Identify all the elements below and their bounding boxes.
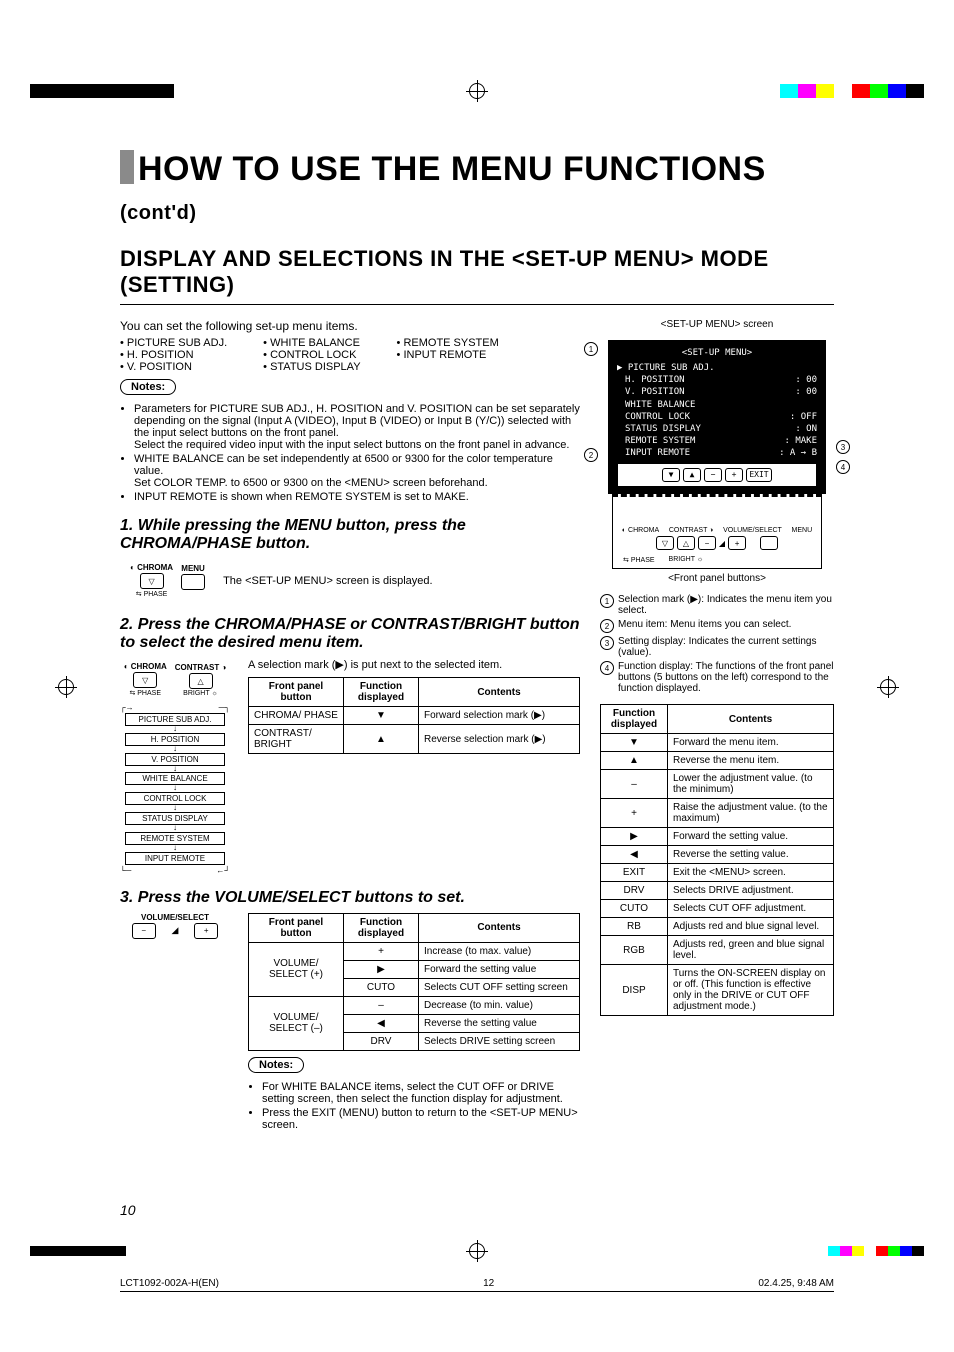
menu-flow-diagram: ┌→─┐ PICTURE SUB ADJ.↓ H. POSITION↓ V. P… bbox=[120, 703, 230, 875]
front-panel-diagram: ◐ CHROMA CONTRAST ◑ VOLUME/SELECT MENU ▽… bbox=[612, 494, 822, 569]
annotation-number-icon: 3 bbox=[600, 636, 614, 650]
footer-doc-id: LCT1092-002A-H(EN) bbox=[120, 1278, 219, 1289]
side-cross-right-icon bbox=[877, 676, 899, 698]
setup-menu-screen: <SET-UP MENU> ▶ PICTURE SUB ADJ. H. POSI… bbox=[608, 340, 826, 494]
annotation-number-icon: 2 bbox=[600, 619, 614, 633]
chroma-button-icon: ▽ bbox=[133, 672, 157, 688]
step2-button-diagram: ◐ CHROMA ▽ ⇆ PHASE CONTRAST ◑ △ BRIGHT ☼ bbox=[120, 662, 230, 697]
page-title: HOW TO USE THE MENU FUNCTIONS (cont'd) bbox=[120, 150, 834, 228]
table-row: +Raise the adjustment value. (to the max… bbox=[601, 799, 834, 828]
step2-desc: A selection mark (▶) is put next to the … bbox=[248, 658, 580, 671]
table-row: EXITExit the <MENU> screen. bbox=[601, 864, 834, 882]
function-table: Function displayedContents ▼Forward the … bbox=[600, 704, 834, 1016]
chroma-button-icon: ▽ bbox=[140, 573, 164, 589]
notes-label: Notes: bbox=[248, 1057, 304, 1073]
table-row: ◀Reverse the setting value. bbox=[601, 846, 834, 864]
note-item: Press the EXIT (MENU) button to return t… bbox=[262, 1107, 580, 1131]
main-column: You can set the following set-up menu it… bbox=[120, 315, 580, 1137]
minus-button-icon: − bbox=[704, 468, 722, 482]
black-bars-icon bbox=[30, 1246, 126, 1256]
function-display-panel: ▼ ▲ − + EXIT bbox=[617, 463, 817, 487]
notes-label: Notes: bbox=[120, 379, 176, 395]
screen-caption-bottom: <Front panel buttons> bbox=[600, 573, 834, 584]
step3-table: Front panel button Function displayed Co… bbox=[248, 913, 580, 1051]
table-row: CONTRAST/ BRIGHT▲Reverse selection mark … bbox=[249, 725, 580, 754]
step-1-heading: 1. While pressing the MENU button, press… bbox=[120, 517, 580, 553]
note-item: Parameters for PICTURE SUB ADJ., H. POSI… bbox=[134, 403, 580, 451]
annotations-list: 1Selection mark (▶): Indicates the menu … bbox=[600, 594, 834, 694]
screen-caption-top: <SET-UP MENU> screen bbox=[600, 319, 834, 330]
registration-top bbox=[0, 80, 954, 102]
intro-text: You can set the following set-up menu it… bbox=[120, 319, 580, 333]
menu-button-icon bbox=[181, 574, 205, 590]
step3-button-diagram: VOLUME/SELECT − ◢ + bbox=[120, 913, 230, 940]
note-item: INPUT REMOTE is shown when REMOTE SYSTEM… bbox=[134, 491, 580, 503]
plus-button-icon: + bbox=[725, 468, 743, 482]
registration-cross-icon bbox=[466, 1240, 488, 1262]
page-number: 10 bbox=[120, 1202, 136, 1218]
table-row: ▼Forward the menu item. bbox=[601, 734, 834, 752]
table-row: DISPTurns the ON-SCREEN display on or of… bbox=[601, 965, 834, 1016]
footer: LCT1092-002A-H(EN) 12 02.4.25, 9:48 AM bbox=[120, 1278, 834, 1292]
registration-bottom bbox=[0, 1240, 954, 1262]
up-button-icon: ▲ bbox=[683, 468, 701, 482]
table-row: –Lower the adjustment value. (to the min… bbox=[601, 770, 834, 799]
table-row: VOLUME/ SELECT (–)–Decrease (to min. val… bbox=[249, 996, 580, 1014]
section-heading: DISPLAY AND SELECTIONS IN THE <SET-UP ME… bbox=[120, 246, 834, 298]
color-bars-icon bbox=[780, 84, 924, 98]
down-button-icon: ▼ bbox=[662, 468, 680, 482]
menu-item-columns: • PICTURE SUB ADJ. • H. POSITION • V. PO… bbox=[120, 337, 580, 373]
table-row: VOLUME/ SELECT (+)+Increase (to max. val… bbox=[249, 942, 580, 960]
volume-plus-button-icon: + bbox=[194, 923, 218, 939]
contrast-button-icon: △ bbox=[189, 673, 213, 689]
step-2-heading: 2. Press the CHROMA/PHASE or CONTRAST/BR… bbox=[120, 616, 580, 652]
divider bbox=[120, 304, 834, 305]
side-cross-left-icon bbox=[55, 676, 77, 698]
menu-col-3: • REMOTE SYSTEM • INPUT REMOTE bbox=[397, 337, 499, 373]
side-column: <SET-UP MENU> screen 1 2 3 4 <SET-UP MEN… bbox=[600, 315, 834, 1016]
footer-page: 12 bbox=[483, 1278, 494, 1289]
step-3-heading: 3. Press the VOLUME/SELECT buttons to se… bbox=[120, 889, 580, 907]
table-row: CUTOSelects CUT OFF adjustment. bbox=[601, 900, 834, 918]
table-row: ▶Forward the setting value. bbox=[601, 828, 834, 846]
registration-cross-icon bbox=[466, 80, 488, 102]
menu-col-2: • WHITE BALANCE • CONTROL LOCK • STATUS … bbox=[263, 337, 360, 373]
table-row: ▲Reverse the menu item. bbox=[601, 752, 834, 770]
notes-list-3: For WHITE BALANCE items, select the CUT … bbox=[248, 1081, 580, 1131]
note-item: WHITE BALANCE can be set independently a… bbox=[134, 453, 580, 489]
exit-button-icon: EXIT bbox=[746, 468, 772, 482]
annotation-number-icon: 1 bbox=[600, 594, 614, 608]
annotation-number-icon: 4 bbox=[600, 661, 614, 675]
menu-col-1: • PICTURE SUB ADJ. • H. POSITION • V. PO… bbox=[120, 337, 227, 373]
content-area: HOW TO USE THE MENU FUNCTIONS (cont'd) D… bbox=[120, 150, 834, 1212]
step1-desc: The <SET-UP MENU> screen is displayed. bbox=[223, 575, 433, 587]
step2-table: Front panel button Function displayed Co… bbox=[248, 677, 580, 754]
table-row: RGBAdjusts red, green and blue signal le… bbox=[601, 936, 834, 965]
color-bars-icon bbox=[828, 1246, 924, 1256]
table-row: CHROMA/ PHASE▼Forward selection mark (▶) bbox=[249, 707, 580, 725]
notes-list-1: Parameters for PICTURE SUB ADJ., H. POSI… bbox=[120, 403, 580, 503]
title-accent-icon bbox=[120, 150, 134, 184]
footer-timestamp: 02.4.25, 9:48 AM bbox=[758, 1278, 834, 1289]
page: HOW TO USE THE MENU FUNCTIONS (cont'd) D… bbox=[0, 0, 954, 1352]
note-item: For WHITE BALANCE items, select the CUT … bbox=[262, 1081, 580, 1105]
table-row: RBAdjusts red and blue signal level. bbox=[601, 918, 834, 936]
volume-minus-button-icon: − bbox=[132, 923, 156, 939]
black-bars-icon bbox=[30, 84, 174, 98]
table-row: DRVSelects DRIVE adjustment. bbox=[601, 882, 834, 900]
step1-button-diagram: ◐ CHROMA ▽ ⇆ PHASE MENU bbox=[130, 563, 205, 598]
